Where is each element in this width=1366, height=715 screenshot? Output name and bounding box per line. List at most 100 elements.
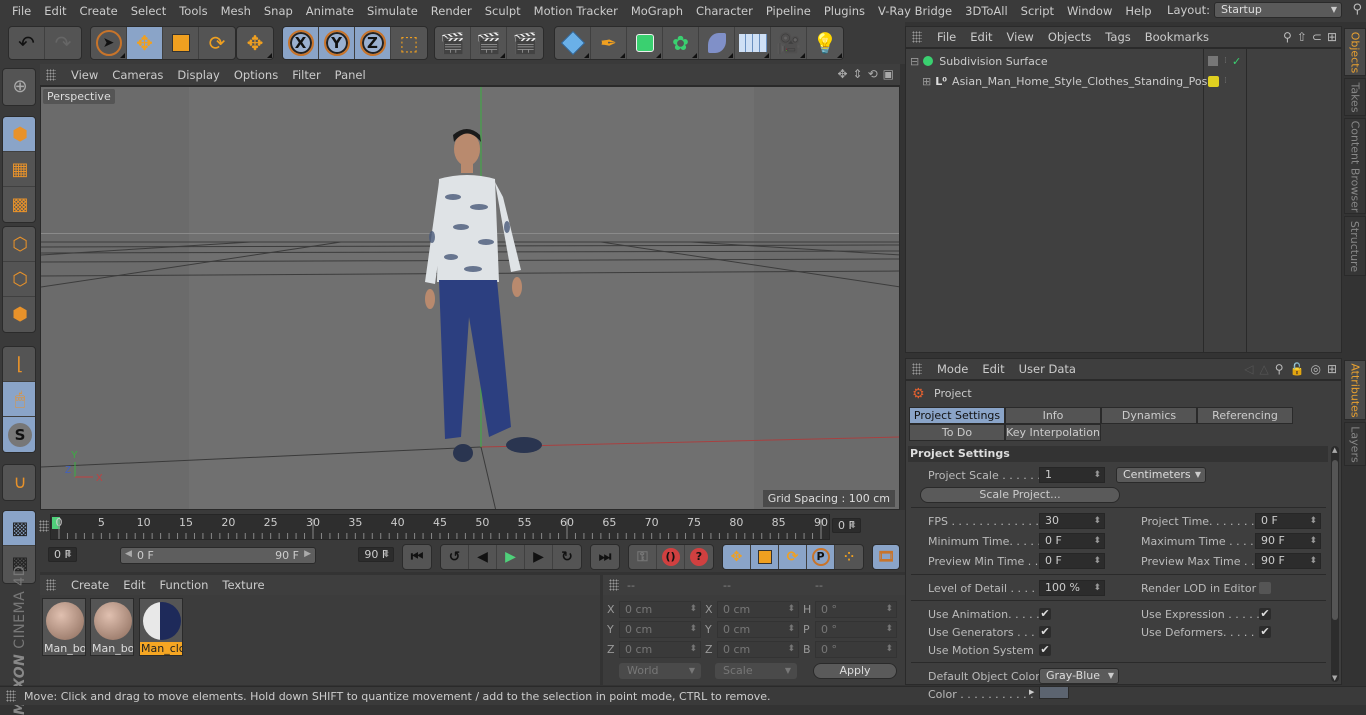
back-arrow-icon[interactable]: ◁	[1244, 362, 1253, 376]
editor-visibility-icon[interactable]	[1208, 56, 1218, 66]
panel-grip-icon[interactable]	[912, 363, 922, 375]
menu-snap[interactable]: Snap	[257, 0, 299, 22]
use-generators-checkbox[interactable]: ✔	[1039, 626, 1051, 638]
key-position-button[interactable]: ✥	[723, 545, 751, 569]
menu-help[interactable]: Help	[1119, 0, 1158, 22]
menu-3dtoall[interactable]: 3DToAll	[959, 0, 1015, 22]
collapse-icon[interactable]: ⊟	[910, 55, 919, 68]
color-swatch[interactable]	[1039, 686, 1069, 699]
autokey-button[interactable]: ()	[657, 545, 685, 569]
visibility-dots-icon[interactable]: ⁞	[1224, 76, 1227, 86]
dolly-icon[interactable]: ⇕	[853, 67, 863, 81]
lock-icon[interactable]: 🔓	[1290, 362, 1305, 376]
level-of-detail-field[interactable]: 100 %	[1039, 580, 1105, 596]
panel-grip-icon[interactable]	[46, 579, 56, 591]
menu-plugins[interactable]: Plugins	[817, 0, 871, 22]
default-object-color-dropdown[interactable]: Gray-Blue	[1039, 668, 1119, 684]
recent-tool-button[interactable]: ✥	[237, 27, 273, 59]
prev-frame-button[interactable]: ◀	[469, 545, 497, 569]
menu-character[interactable]: Character	[690, 0, 760, 22]
tab-takes[interactable]: Takes	[1344, 78, 1366, 116]
end-frame-field[interactable]: 90 F	[358, 547, 395, 562]
attribute-menu-edit[interactable]: Edit	[975, 362, 1011, 376]
y-axis-button[interactable]: Y	[319, 27, 355, 59]
object-menu-file[interactable]: File	[930, 30, 963, 44]
orbit-icon[interactable]: ⟲	[868, 67, 878, 81]
material-menu-texture[interactable]: Texture	[215, 578, 271, 592]
panel-grip-icon[interactable]	[46, 68, 56, 81]
timeline-ruler[interactable]: 051015202530354045505560657075808590	[50, 514, 830, 540]
texture-mode-button[interactable]: ▦	[3, 152, 35, 187]
object-menu-bookmarks[interactable]: Bookmarks	[1138, 30, 1216, 44]
pos-y-field[interactable]: 0 cm	[619, 621, 701, 638]
preview-max-time-field[interactable]: 90 F	[1255, 553, 1321, 569]
menu-mesh[interactable]: Mesh	[214, 0, 257, 22]
lock-workplane-button[interactable]: ▩	[3, 511, 35, 546]
apply-button[interactable]: Apply	[813, 663, 897, 679]
tab-referencing[interactable]: Referencing	[1197, 407, 1293, 424]
expand-arrow-icon[interactable]: ▶	[1029, 688, 1034, 696]
scroll-up-icon[interactable]: ▲	[1332, 446, 1337, 454]
object-row-character[interactable]: ⊞ L⁰ Asian_Man_Home_Style_Clothes_Standi…	[906, 71, 1341, 91]
range-right-arrow-icon[interactable]: ▶	[304, 549, 311, 559]
prev-key-button[interactable]: ↺	[441, 545, 469, 569]
range-left-arrow-icon[interactable]: ◀	[125, 549, 132, 559]
tab-attributes[interactable]: Attributes	[1344, 360, 1366, 420]
viewport-menu-cameras[interactable]: Cameras	[105, 68, 170, 82]
attribute-scrollbar[interactable]: ▲ ▼	[1331, 446, 1339, 682]
undo-button[interactable]: ↶	[9, 27, 45, 59]
visibility-dots-icon[interactable]: ⁞	[1224, 56, 1227, 66]
scroll-thumb[interactable]	[1332, 460, 1338, 620]
rot-h-field[interactable]: 0 °	[815, 601, 897, 618]
scroll-down-icon[interactable]: ▼	[1332, 674, 1337, 682]
keyframe-selection-button[interactable]: ?	[685, 545, 713, 569]
pan-icon[interactable]: ✥	[837, 67, 847, 81]
target-icon[interactable]: ◎	[1310, 362, 1320, 376]
new-panel-icon[interactable]: ⊞	[1327, 362, 1337, 376]
menu-tools[interactable]: Tools	[173, 0, 214, 22]
home-icon[interactable]: ⇧	[1297, 30, 1307, 44]
object-menu-view[interactable]: View	[1000, 30, 1041, 44]
tab-to-do[interactable]: To Do	[909, 424, 1005, 441]
viewport-menu-options[interactable]: Options	[227, 68, 285, 82]
use-animation-checkbox[interactable]: ✔	[1039, 608, 1051, 620]
menu-pipeline[interactable]: Pipeline	[759, 0, 817, 22]
material-menu-function[interactable]: Function	[153, 578, 216, 592]
maximum-time-field[interactable]: 90 F	[1255, 533, 1321, 549]
timeline-window-button[interactable]: 🎞	[873, 545, 899, 569]
use-deformers-checkbox[interactable]: ✔	[1259, 626, 1271, 638]
size-x-field[interactable]: 0 cm	[717, 601, 799, 618]
key-scale-button[interactable]	[751, 545, 779, 569]
pos-x-field[interactable]: 0 cm	[619, 601, 701, 618]
menu-simulate[interactable]: Simulate	[360, 0, 424, 22]
new-panel-icon[interactable]: ⊞	[1327, 30, 1337, 44]
project-scale-unit-dropdown[interactable]: Centimeters	[1116, 467, 1206, 483]
material-item-selected[interactable]: Man_clc	[139, 598, 183, 656]
scale-project-button[interactable]: Scale Project...	[920, 487, 1120, 503]
size-z-field[interactable]: 0 cm	[717, 641, 799, 658]
solo-button[interactable]: S	[3, 417, 35, 452]
menu-create[interactable]: Create	[73, 0, 124, 22]
menu-select[interactable]: Select	[124, 0, 172, 22]
menu-vray-bridge[interactable]: V-Ray Bridge	[872, 0, 959, 22]
menu-motion-tracker[interactable]: Motion Tracker	[527, 0, 624, 22]
panel-grip-icon[interactable]	[609, 579, 619, 591]
subdivision-button[interactable]	[627, 27, 663, 59]
layout-dropdown[interactable]: Startup	[1214, 2, 1342, 18]
tab-info[interactable]: Info	[1005, 407, 1101, 424]
link-icon[interactable]: ⊂	[1312, 30, 1322, 44]
goto-end-button[interactable]: ⏭	[591, 545, 619, 569]
render-picture-viewer-button[interactable]: 🎬	[471, 27, 507, 59]
cube-button[interactable]	[555, 27, 591, 59]
coordinate-system-button[interactable]: ⬚	[391, 27, 427, 59]
camera-label[interactable]: Perspective	[43, 89, 115, 104]
expand-icon[interactable]: ⊞	[922, 75, 931, 88]
viewport-menu-filter[interactable]: Filter	[285, 68, 327, 82]
menu-script[interactable]: Script	[1014, 0, 1060, 22]
object-menu-objects[interactable]: Objects	[1041, 30, 1098, 44]
attribute-menu-user-data[interactable]: User Data	[1012, 362, 1083, 376]
menu-animate[interactable]: Animate	[299, 0, 360, 22]
snap-button[interactable]: ∪	[3, 465, 35, 500]
tab-content-browser[interactable]: Content Browser	[1344, 118, 1366, 214]
z-axis-button[interactable]: Z	[355, 27, 391, 59]
